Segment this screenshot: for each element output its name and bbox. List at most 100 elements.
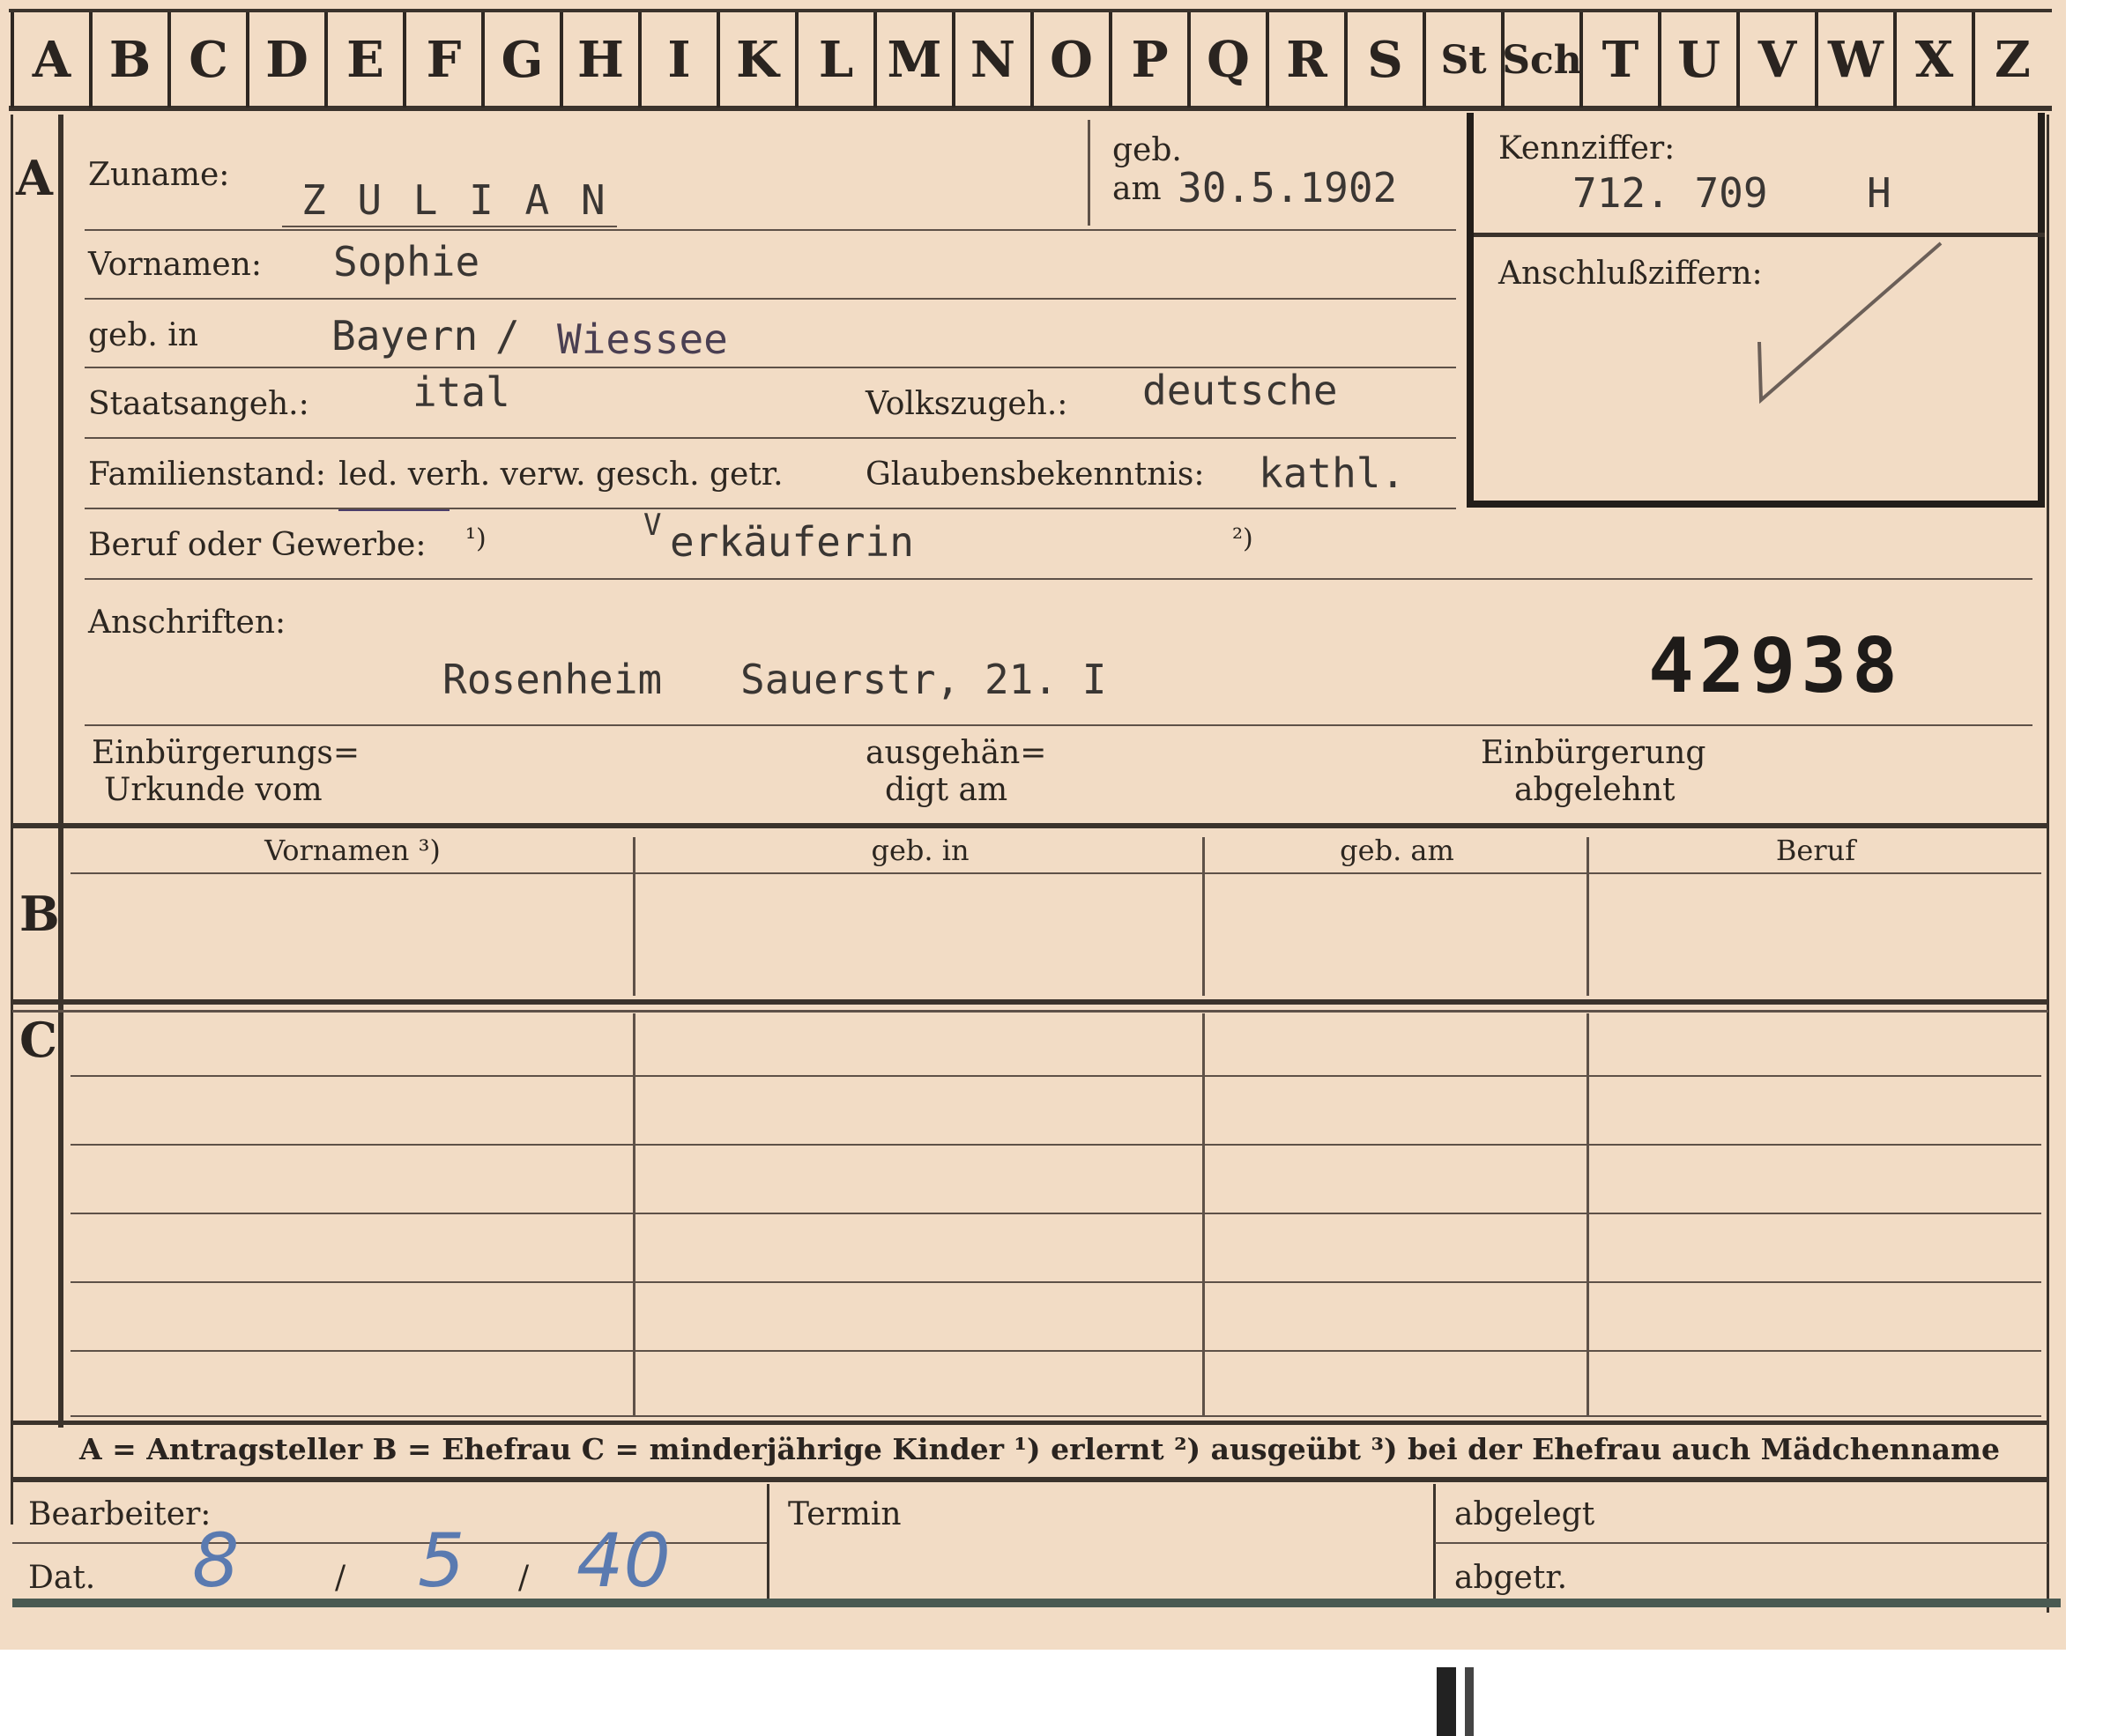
card-right-edge (2047, 115, 2049, 1613)
tab-v[interactable]: V (1736, 12, 1815, 108)
volkszugeh-value: deutsche (1142, 367, 1338, 414)
kennziffer-label: Kennziffer: (1498, 130, 1676, 167)
section-b-top-rule (12, 823, 2048, 828)
staatsangeh-label: Staatsangeh.: (88, 386, 309, 422)
tab-s[interactable]: S (1344, 12, 1423, 108)
table-c-col-divider-1 (633, 1013, 635, 1415)
table-c-col-divider-3 (1587, 1013, 1589, 1415)
zuname-underline (282, 226, 617, 227)
einbuergerungs-urkunde-label-2: Urkunde vom (104, 772, 323, 808)
table-b-header-geb-am: geb. am (1340, 834, 1454, 867)
kennziffer-suffix: H (1867, 169, 1891, 217)
tab-g[interactable]: G (481, 12, 560, 108)
table-b-col-divider-1 (633, 837, 635, 996)
tab-m[interactable]: M (873, 12, 952, 108)
beruf-value-initial: V (643, 508, 662, 543)
anschlussziffern-label: Anschlußziffern: (1498, 256, 1763, 292)
tab-a[interactable]: A (11, 12, 89, 108)
geb-label: geb. (1112, 132, 1182, 168)
registration-card: A B C D E F G H I K L M N O P Q R S St Sch T U V W X Z A B C Kenn… (0, 0, 2066, 1650)
beruf-label: Beruf oder Gewerbe: (88, 527, 427, 563)
legend-top-rule (12, 1421, 2048, 1425)
geb-in-slash: / (495, 312, 520, 360)
table-b-col-divider-3 (1587, 837, 1589, 996)
section-b-marker: B (19, 886, 60, 942)
tab-q[interactable]: Q (1187, 12, 1266, 108)
table-c-row-line (71, 1281, 2041, 1283)
row-line-2 (85, 298, 1456, 300)
table-c-row-line (71, 1213, 2041, 1214)
card-bottom-rule (12, 1599, 2061, 1607)
tab-n[interactable]: N (952, 12, 1030, 108)
geb-am-label: am (1112, 171, 1162, 207)
kennziffer-divider (1474, 233, 2045, 237)
tab-w[interactable]: W (1815, 12, 1893, 108)
table-c-row-line (71, 1144, 2041, 1146)
date-separator-1: / (335, 1560, 346, 1596)
tab-e[interactable]: E (324, 12, 403, 108)
tab-k[interactable]: K (717, 12, 795, 108)
familienstand-options: led. verh. verw. gesch. getr. (338, 456, 784, 493)
beruf-note-2: ²) (1232, 523, 1253, 554)
left-margin-rule (58, 115, 63, 1428)
date-month: 5 (418, 1517, 465, 1604)
glaubensbekenntnis-label: Glaubensbekenntnis: (866, 456, 1205, 493)
table-c-row-line (71, 1415, 2041, 1417)
abgelegt-label: abgelegt (1454, 1496, 1595, 1532)
row-line-5 (85, 508, 1456, 509)
glaubensbekenntnis-value: kathl. (1259, 449, 1406, 497)
anschrift-street: Sauerstr, 21. I (740, 656, 1107, 703)
table-b-header-geb-in: geb. in (871, 834, 970, 867)
familienstand-label: Familienstand: (88, 456, 326, 493)
date-separator-2: / (518, 1560, 530, 1596)
tab-x[interactable]: X (1893, 12, 1972, 108)
tab-f[interactable]: F (403, 12, 481, 108)
termin-label: Termin (788, 1496, 902, 1532)
staatsangeh-value: ital (412, 368, 510, 416)
table-c-row-line (71, 1350, 2041, 1352)
geb-in-label: geb. in (88, 317, 198, 353)
tab-st[interactable]: St (1423, 12, 1501, 108)
table-b-header-vornamen: Vornamen ³) (264, 834, 441, 867)
geb-in-value-region: Bayern (331, 312, 479, 360)
row-line-4 (85, 437, 1456, 439)
tab-l[interactable]: L (795, 12, 873, 108)
vornamen-label: Vornamen: (88, 247, 262, 283)
datum-label: Dat. (28, 1560, 96, 1596)
geb-in-value-place: Wiessee (557, 315, 728, 363)
zuname-value: Z U L I A N (301, 176, 609, 224)
tab-r[interactable]: R (1266, 12, 1344, 108)
table-c-row-line (71, 1075, 2041, 1077)
bearbeiter-label: Bearbeiter: (28, 1496, 212, 1532)
row-line-1 (85, 229, 1456, 231)
date-year: 40 (576, 1517, 671, 1604)
scan-artifact (1465, 1667, 1474, 1736)
row-line-6 (85, 578, 2032, 580)
registration-number: 42938 (1648, 622, 1903, 710)
table-b-header-beruf: Beruf (1775, 834, 1856, 867)
section-a-marker: A (16, 150, 53, 206)
checkmark-icon (1757, 241, 1943, 404)
date-day: 8 (192, 1517, 240, 1604)
tab-sch[interactable]: Sch (1501, 12, 1582, 108)
footer-divider-1 (767, 1484, 769, 1600)
legend-bottom-rule (12, 1477, 2048, 1482)
geb-separator (1088, 120, 1090, 226)
tab-c[interactable]: C (167, 12, 246, 108)
tab-z[interactable]: Z (1972, 12, 2050, 108)
row-line-7 (85, 724, 2032, 726)
zuname-label: Zuname: (88, 157, 230, 193)
anschrift-city: Rosenheim (442, 656, 663, 703)
tab-p[interactable]: P (1109, 12, 1187, 108)
tab-o[interactable]: O (1030, 12, 1109, 108)
section-c-marker: C (19, 1012, 57, 1068)
tab-h[interactable]: H (560, 12, 638, 108)
tab-i[interactable]: I (638, 12, 717, 108)
tab-b[interactable]: B (89, 12, 167, 108)
kennziffer-value: 712. 709 (1572, 169, 1768, 217)
tab-t[interactable]: T (1579, 12, 1658, 108)
table-b-header-rule (71, 872, 2041, 874)
tab-u[interactable]: U (1658, 12, 1736, 108)
einbuergerung-abgelehnt-label-2: abgelehnt (1514, 772, 1676, 808)
tab-d[interactable]: D (246, 12, 324, 108)
